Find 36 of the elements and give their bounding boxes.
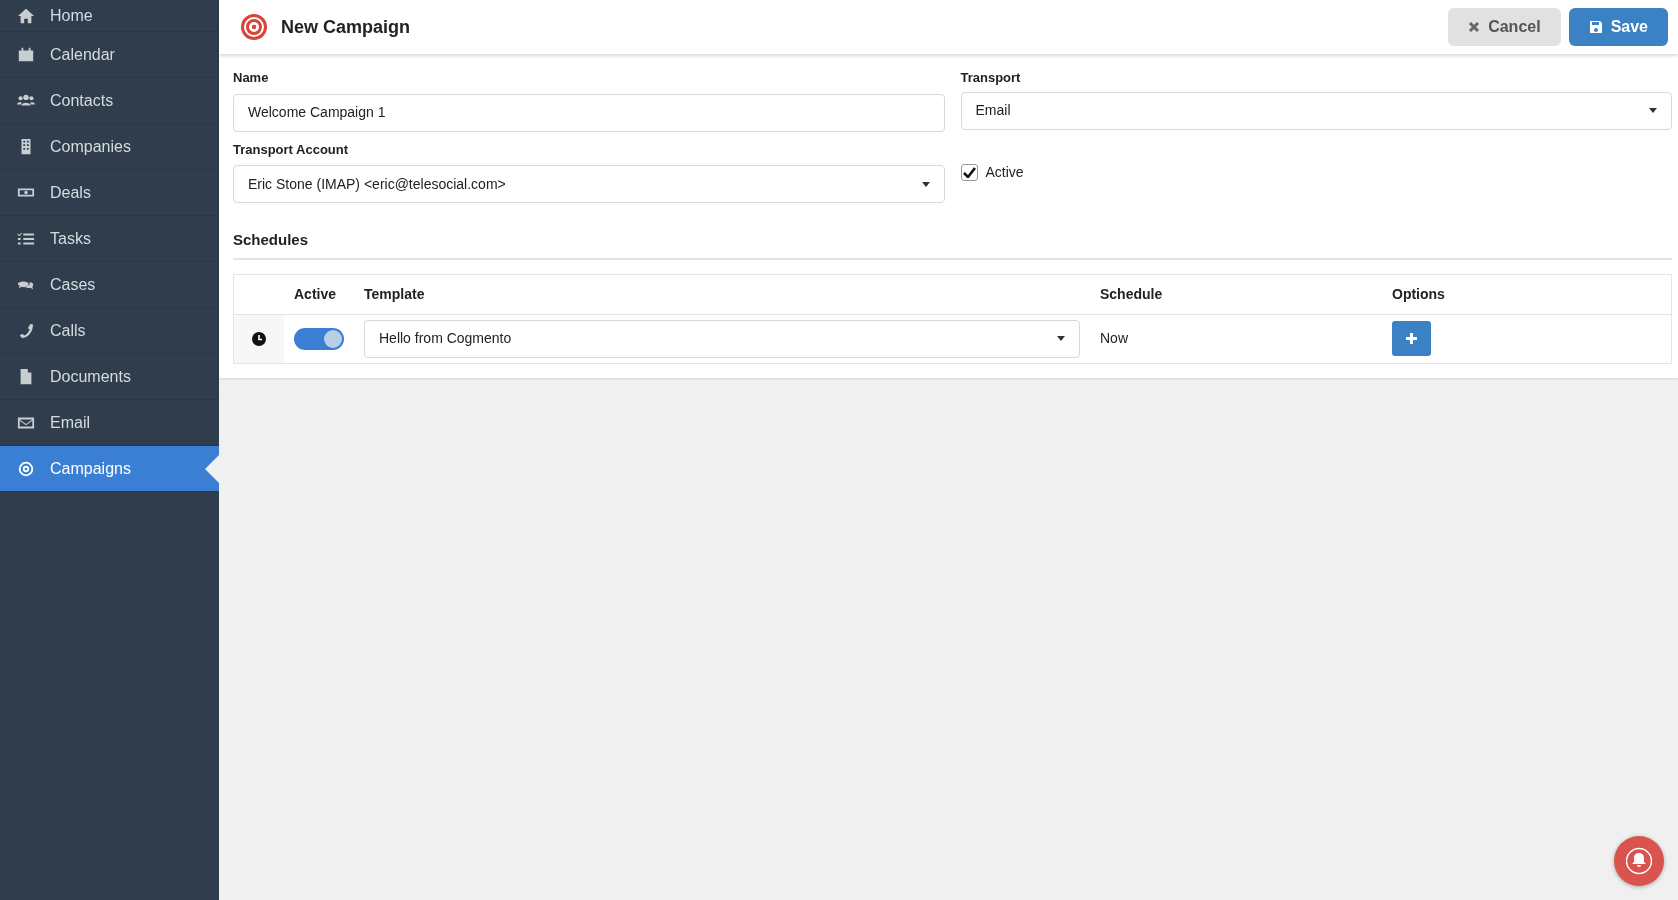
save-button[interactable]: Save xyxy=(1568,8,1668,46)
transport-account-select[interactable]: Eric Stone (IMAP) <eric@telesocial.com> xyxy=(233,165,945,203)
column-header: Template xyxy=(364,284,426,304)
bell-icon xyxy=(1626,847,1652,875)
template-select[interactable]: Hello from Cogmento xyxy=(364,319,1080,358)
column-header: Options xyxy=(1392,284,1446,304)
name-input[interactable]: Welcome Campaign 1 xyxy=(233,93,945,132)
pointer-notch xyxy=(205,454,219,483)
home-icon xyxy=(16,6,36,25)
plus-icon xyxy=(1405,332,1418,345)
notification-bell-button[interactable] xyxy=(1614,836,1664,886)
section-title: Schedules xyxy=(233,229,1672,260)
checkbox-label: Active xyxy=(985,162,1024,182)
sidebar-item[interactable]: Documents xyxy=(0,354,219,400)
transport-select[interactable]: Email xyxy=(960,91,1672,130)
cancel-button[interactable]: Cancel xyxy=(1448,8,1561,46)
sidebar-item[interactable]: Campaigns xyxy=(0,446,219,492)
column-header: Active xyxy=(293,284,338,304)
sidebar-item[interactable]: Home xyxy=(0,0,219,32)
toggle-switch[interactable] xyxy=(294,327,344,350)
close-icon xyxy=(1468,21,1481,33)
target-icon xyxy=(16,459,36,478)
caret-icon xyxy=(1649,108,1657,113)
table-cell-text: Now xyxy=(1099,329,1129,348)
page-title: New Campaign xyxy=(281,15,411,39)
column-header: Schedule xyxy=(1099,284,1164,304)
caret-icon xyxy=(921,181,930,187)
add-button[interactable] xyxy=(1392,321,1431,356)
field-label: Name xyxy=(233,69,270,87)
calendar-icon xyxy=(16,45,36,64)
active-checkbox[interactable] xyxy=(960,163,978,181)
clock-icon xyxy=(252,331,266,346)
caret-icon xyxy=(1057,336,1065,341)
target-icon xyxy=(241,14,267,40)
field-label: Transport Account xyxy=(233,140,350,159)
field-label: Transport xyxy=(960,69,1022,87)
